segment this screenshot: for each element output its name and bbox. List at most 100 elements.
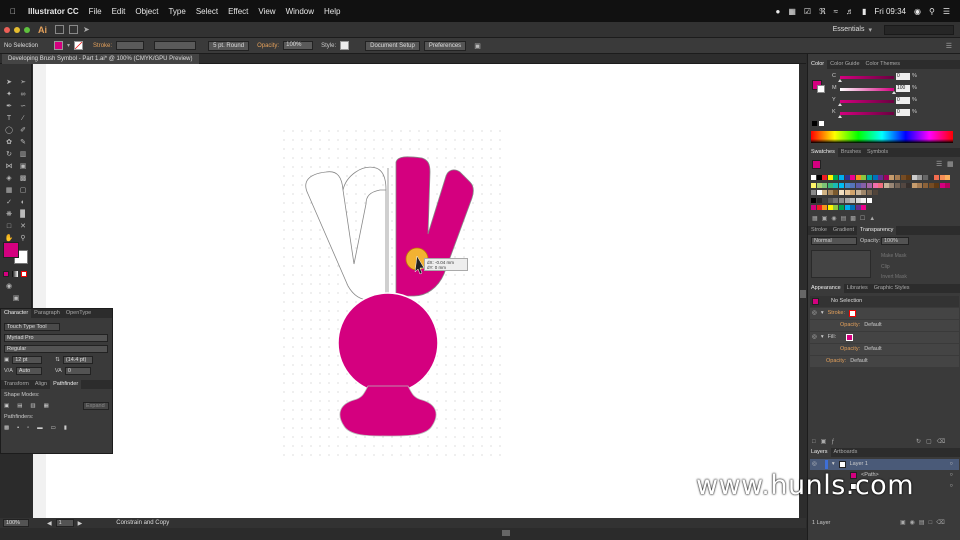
lasso-tool-icon[interactable]: ∞ (18, 90, 28, 99)
tab-character[interactable]: Character (1, 309, 32, 318)
swatch-chip[interactable] (811, 205, 816, 210)
swatch-chip[interactable] (867, 190, 872, 195)
touch-type-tool-button[interactable]: Touch Type Tool (4, 322, 60, 331)
swatch-chip[interactable] (939, 175, 945, 180)
menu-file[interactable]: File (89, 7, 102, 16)
swatch-chip[interactable] (844, 197, 850, 203)
checkbox-icon[interactable]: ☑ (804, 7, 811, 16)
tab-transform[interactable]: Transform (1, 380, 32, 389)
tracking-field[interactable]: 0 (64, 366, 91, 375)
swatch-chip[interactable] (872, 175, 878, 180)
graphic-style-swatch[interactable] (340, 41, 350, 50)
gpu-performance-icon[interactable]: ➤ (83, 25, 90, 34)
thumbnail-view-icon[interactable]: ▦ (947, 160, 954, 168)
layer-name[interactable]: Layer 1 (850, 459, 868, 470)
gradient-mode-icon[interactable] (12, 271, 18, 277)
channel-slider-m[interactable] (840, 88, 894, 91)
swatch-chip[interactable] (906, 175, 912, 180)
swatch-chip[interactable] (917, 182, 923, 188)
minimize-window-button[interactable] (14, 26, 20, 33)
swatch-chip[interactable] (928, 175, 934, 180)
swatch-chip[interactable] (855, 197, 861, 203)
swatch-chip[interactable] (839, 205, 844, 210)
swatch-chip[interactable] (872, 182, 878, 188)
vertical-scroll-thumb[interactable] (800, 290, 806, 298)
tab-libraries[interactable]: Libraries (844, 284, 871, 293)
grid-icon[interactable]: ▦ (788, 7, 796, 16)
search-stock-input[interactable] (884, 24, 954, 35)
menu-help[interactable]: Help (324, 7, 340, 16)
minus-back-icon[interactable]: ▮ (64, 425, 67, 431)
shaper-tool-icon[interactable]: ✿ (4, 138, 14, 147)
swatch-chip[interactable] (917, 175, 923, 180)
channel-slider-knob-y[interactable] (838, 103, 842, 106)
swatch-chip[interactable] (861, 190, 867, 195)
swatch-chip[interactable] (861, 205, 867, 210)
swatch-chip[interactable] (827, 175, 833, 180)
font-family-select[interactable]: Myriad Pro (4, 333, 108, 342)
swatch-chip[interactable] (833, 175, 839, 180)
tab-opentype[interactable]: OpenType (63, 309, 94, 318)
swatch-library-icons[interactable]: ▦▣◉▤▩☐▲ (812, 215, 879, 222)
paintbrush-tool-icon[interactable]: ✐ (18, 126, 28, 135)
swatch-chip[interactable] (839, 175, 844, 180)
stroke-label[interactable]: Stroke: (93, 43, 112, 49)
zoom-window-button[interactable] (24, 26, 30, 33)
variable-width-profile[interactable] (154, 41, 197, 50)
horizontal-scroll-thumb[interactable] (502, 530, 510, 536)
tab-align[interactable]: Align (32, 380, 50, 389)
type-tool-icon[interactable]: T (4, 114, 14, 123)
tab-swatches[interactable]: Swatches (808, 148, 838, 157)
pen-tool-icon[interactable]: ✒ (4, 102, 14, 111)
swatch-chip[interactable] (850, 182, 856, 188)
selection-tool-icon[interactable]: ➤ (4, 78, 14, 87)
white-swatch[interactable] (819, 121, 824, 126)
menu-type[interactable]: Type (168, 7, 185, 16)
swatch-chip[interactable] (850, 190, 856, 195)
first-artboard-icon[interactable]: ◀ (47, 520, 52, 527)
unite-icon[interactable]: ▣ (4, 403, 9, 409)
curvature-tool-icon[interactable]: ∽ (18, 102, 28, 111)
rotate-tool-icon[interactable]: ↻ (4, 150, 14, 159)
swatch-chip[interactable] (833, 190, 839, 195)
swatch-chip[interactable] (839, 190, 844, 195)
zoom-level-field[interactable]: 100% (3, 519, 29, 527)
swatch-chip[interactable] (928, 182, 934, 188)
swatch-chip[interactable] (833, 197, 839, 203)
swatch-chip[interactable] (844, 205, 850, 210)
user-icon[interactable]: ◉ (914, 7, 921, 16)
slice-tool-icon[interactable]: ✕ (18, 222, 28, 231)
swatch-chip[interactable] (872, 190, 878, 195)
stroke-swatch[interactable] (74, 41, 84, 50)
chevron-down-icon[interactable]: ▾ (67, 42, 70, 49)
brush-definition-select[interactable]: 5 pt. Round (208, 40, 250, 51)
perspective-grid-tool-icon[interactable]: ▩ (18, 174, 28, 183)
free-transform-tool-icon[interactable]: ▣ (18, 162, 28, 171)
chevron-down-icon[interactable]: ▾ (868, 26, 872, 34)
swatch-chip[interactable] (900, 175, 906, 180)
pencil-tool-icon[interactable]: ✎ (18, 138, 28, 147)
tab-artboards[interactable]: Artboards (831, 448, 861, 457)
appearance-footer-icons[interactable]: □▣ƒ (812, 438, 840, 445)
swatch-chip[interactable] (923, 175, 928, 180)
kerning-field[interactable]: Auto (15, 366, 42, 375)
swatch-chip[interactable] (816, 175, 822, 180)
menu-list-icon[interactable]: ☰ (943, 7, 950, 16)
swatch-chip[interactable] (844, 182, 850, 188)
trim-icon[interactable]: ▪ (17, 425, 19, 431)
stroke-weight-field[interactable] (116, 41, 145, 50)
volume-icon[interactable]: ♬ (846, 7, 854, 16)
artboard-number-field[interactable]: 1 (55, 519, 74, 527)
swatch-chip[interactable] (833, 182, 839, 188)
swatch-chip[interactable] (883, 175, 889, 180)
appearance-stroke-label[interactable]: Stroke: (828, 308, 845, 319)
minus-front-icon[interactable]: ▤ (17, 403, 22, 409)
tab-layers[interactable]: Layers (808, 448, 831, 457)
fill-color-box[interactable] (3, 242, 19, 258)
channel-slider-knob-k[interactable] (838, 115, 842, 118)
swatch-chip[interactable] (844, 175, 850, 180)
screen-mode-icon[interactable]: ▣ (11, 294, 21, 303)
camera-icon[interactable]: ● (776, 7, 781, 16)
head-circle[interactable] (337, 292, 439, 394)
bridge-icon[interactable] (55, 25, 64, 34)
